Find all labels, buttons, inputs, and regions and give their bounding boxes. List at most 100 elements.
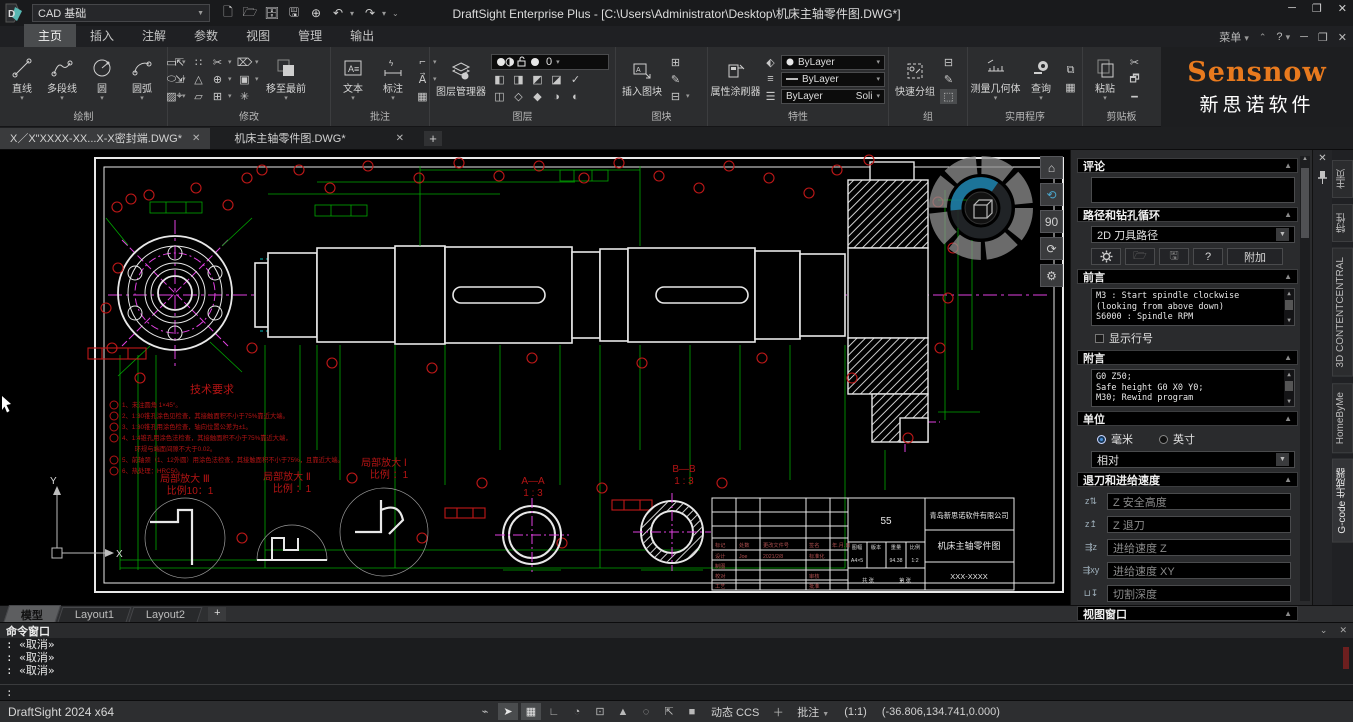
new-file-icon[interactable]: 🗋 (218, 4, 238, 22)
explode-icon[interactable]: ✳ (236, 89, 253, 104)
layer-ok-icon[interactable]: ✓ (567, 72, 584, 87)
arc-button[interactable]: 圆弧▾ (123, 56, 161, 103)
text-button[interactable]: A≡ 文本▾ (334, 56, 372, 103)
path-help-button[interactable]: ? (1193, 248, 1223, 265)
define-block-icon[interactable]: ⊞ (667, 55, 684, 70)
edit-group-icon[interactable]: ✎ (940, 72, 957, 87)
workspace-select[interactable]: CAD 基础 ▼ (32, 4, 210, 22)
tab-view[interactable]: 视图 (232, 24, 284, 47)
path-open-button[interactable]: 🗁 (1125, 248, 1155, 265)
collapse-ribbon-icon[interactable]: ⌃ (1259, 32, 1267, 43)
annotation-scale-select[interactable]: 批注▼ (797, 704, 829, 720)
dimension-button[interactable]: ϟ 标注▾ (374, 56, 412, 103)
copy-with-basepoint-icon[interactable]: 🗕 (1126, 89, 1143, 104)
measure-geometry-button[interactable]: 测量几何体▾ (971, 56, 1020, 103)
ring-icon[interactable]: ▣ (236, 72, 253, 87)
cut-depth-input[interactable]: 切割深度 (1107, 585, 1291, 602)
stretch-icon[interactable]: ▱ (190, 89, 207, 104)
command-input[interactable]: : (0, 684, 1353, 698)
drawing-canvas[interactable]: 技术要求 1、未注圆角 1×45°。 2、1:30锥孔涂色见检查，其接触面积不小… (0, 150, 1070, 605)
pattern-icon[interactable]: ∷ (190, 55, 207, 70)
close-button[interactable]: ✕ (1338, 2, 1347, 15)
open-file-icon[interactable]: 🗁 (240, 4, 260, 22)
preamble-scrollbar[interactable]: ▲ ▼ (1284, 289, 1294, 325)
help-button[interactable]: ? ▾ (1276, 31, 1290, 43)
erase-icon[interactable]: ⌦ (236, 55, 253, 70)
layer-manager-button[interactable]: 图层管理器 (433, 59, 489, 99)
polar-tracking-icon[interactable]: ◔ (567, 703, 587, 720)
plotstyle-value[interactable]: Soli (856, 91, 873, 102)
feed-z-input[interactable]: 进给速度 Z (1107, 539, 1291, 556)
doc-minimize-button[interactable]: ─ (1300, 31, 1308, 43)
tab-insert[interactable]: 插入 (76, 24, 128, 47)
move-icon[interactable]: ⇱ (171, 55, 188, 70)
command-collapse-icon[interactable]: ⌄ (1320, 625, 1328, 636)
line-button[interactable]: 直线▾ (3, 56, 41, 103)
redo-button[interactable]: ↷ (360, 4, 380, 22)
pin-icon[interactable] (1317, 170, 1328, 184)
undo-caret-icon[interactable]: ▾ (350, 9, 358, 18)
path-header[interactable]: 路径和钻孔循环▲ (1077, 207, 1298, 222)
panel-close-icon[interactable]: ✕ (1318, 153, 1326, 164)
insert-block-button[interactable]: A 插入图块 (619, 59, 665, 99)
rotate-90-button[interactable]: 90 (1040, 210, 1063, 233)
radio-millimeter[interactable]: 毫米 (1097, 431, 1133, 447)
layer-freeze-icon[interactable]: ◨ (510, 72, 527, 87)
comments-header[interactable]: 评论▲ (1077, 158, 1298, 173)
tab-manage[interactable]: 管理 (284, 24, 336, 47)
z-retract-input[interactable]: Z 退刀 (1107, 516, 1291, 533)
scale-icon[interactable]: ⌖ (171, 89, 188, 104)
layer-match-icon[interactable]: ◫ (491, 89, 508, 104)
layer-isolate-icon[interactable]: ◪ (548, 72, 565, 87)
calculator-icon[interactable]: ▦ (1062, 80, 1079, 95)
query-button[interactable]: 查询▾ (1022, 56, 1060, 103)
layer-lock-icon[interactable]: ◩ (529, 72, 546, 87)
feeds-header[interactable]: 退刀和进给速度▲ (1077, 472, 1298, 487)
cut-icon[interactable]: ✂ (1126, 55, 1143, 70)
tab-annotate[interactable]: 注解 (128, 24, 180, 47)
panel-scrollbar[interactable]: ▲ (1300, 156, 1310, 601)
layer-prev-icon[interactable]: ◇ (510, 89, 527, 104)
lineweight-icon[interactable]: ≡ (762, 72, 779, 87)
undo-button[interactable]: ↶ (328, 4, 348, 22)
dynamic-ccs-button[interactable]: 动态 CCS (711, 704, 759, 720)
print-area-icon[interactable]: ■ (682, 703, 702, 720)
show-line-numbers-checkbox[interactable]: 显示行号 (1095, 330, 1298, 346)
lineweight-select[interactable]: ByLayer Soli▾ (781, 89, 885, 104)
dynamic-input-icon[interactable]: ◌ (636, 703, 656, 720)
leader-icon[interactable]: ⌐ (414, 55, 431, 70)
edit-block-icon[interactable]: ✎ (667, 72, 684, 87)
preamble-header[interactable]: 前言▲ (1077, 269, 1298, 284)
paste-button[interactable]: 粘贴▾ (1086, 56, 1124, 103)
postamble-header[interactable]: 附言▲ (1077, 350, 1298, 365)
add-scale-button[interactable]: ＋ (768, 703, 788, 720)
save-icon[interactable]: 🖫 (284, 4, 304, 22)
close-tab-icon[interactable]: ✕ (192, 133, 200, 144)
snap-icon[interactable]: ⌁ (475, 703, 495, 720)
orbit-right-button[interactable]: ⟳ (1040, 237, 1063, 260)
property-painter-button[interactable]: 属性涂刷器 (711, 59, 760, 99)
lineweight-display-icon[interactable]: ⇱ (659, 703, 679, 720)
copy-icon[interactable]: ⇲ (171, 72, 188, 87)
quick-group-button[interactable]: 快速分组 (892, 59, 938, 99)
postamble-scrollbar[interactable]: ▲ ▼ (1284, 370, 1294, 406)
maximize-button[interactable]: ❐ (1312, 2, 1322, 15)
copy-clip-icon[interactable]: 🗗 (1126, 72, 1143, 87)
view-settings-button[interactable]: ⚙ (1040, 264, 1063, 287)
path-settings-button[interactable] (1091, 248, 1121, 265)
select-matching-icon[interactable]: ⧉ (1062, 63, 1079, 78)
command-close-icon[interactable]: ✕ (1339, 625, 1347, 636)
table-icon[interactable]: ▦ (414, 89, 431, 104)
group-toggle-icon[interactable]: ⬚ (940, 89, 957, 104)
array-icon[interactable]: ⊞ (209, 89, 226, 104)
postamble-text[interactable]: G0 Z50; Safe height G0 X0 Y0; M30; Rewin… (1091, 369, 1295, 407)
text-style-icon[interactable]: A⃗ (414, 72, 431, 87)
selection-cycling-icon[interactable]: ➤ (498, 703, 518, 720)
minimize-button[interactable]: ─ (1288, 2, 1296, 15)
circle-button[interactable]: 圆▾ (83, 56, 121, 103)
layer-walk-icon[interactable]: ◆ (529, 89, 546, 104)
side-tab-contentcentral[interactable]: 3D CONTENTCENTRAL (1332, 248, 1353, 377)
color-select[interactable]: ByLayer▾ (781, 55, 885, 70)
mirror-icon[interactable]: △ (190, 72, 207, 87)
path-type-select[interactable]: 2D 刀具路径▼ (1091, 226, 1295, 243)
